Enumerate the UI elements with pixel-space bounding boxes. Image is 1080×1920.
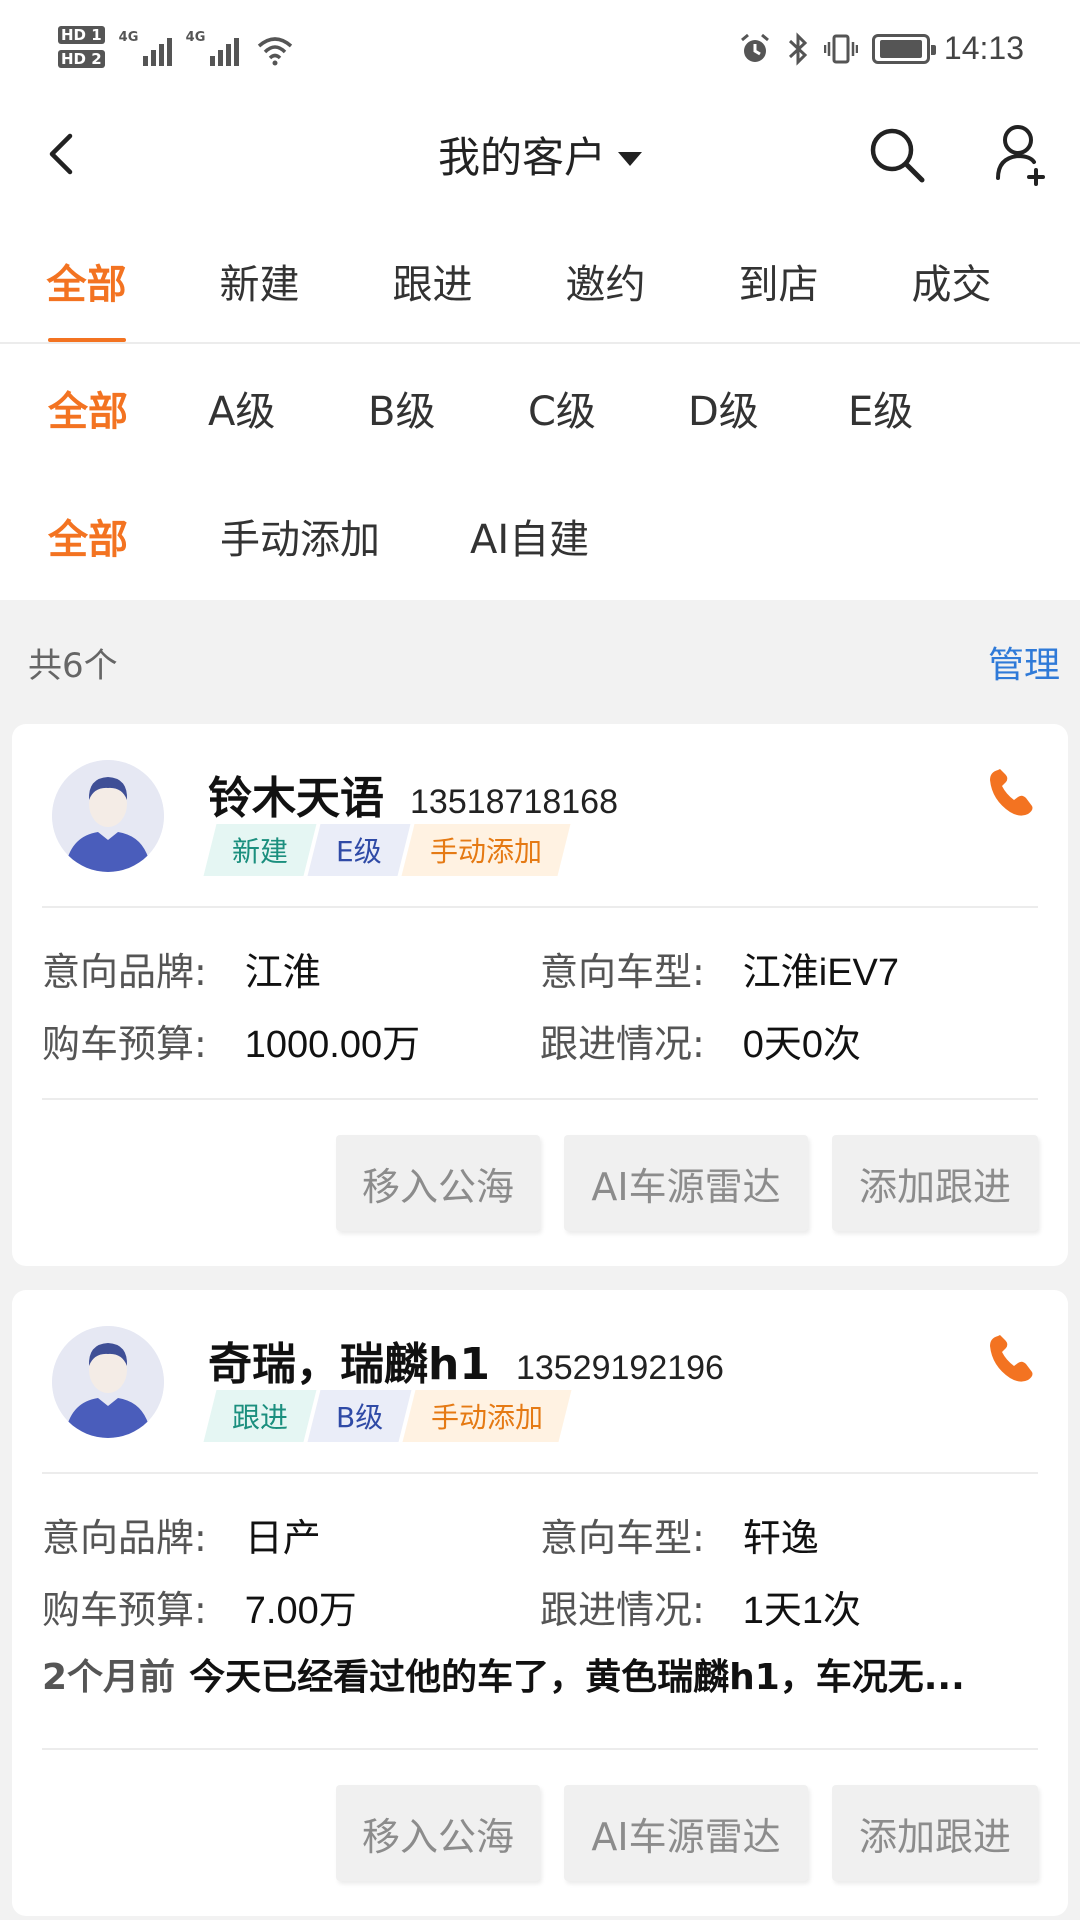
customer-tags: 跟进 B级 手动添加	[203, 1390, 572, 1442]
network-type-2: 4G	[185, 30, 206, 45]
level-badge: B级	[307, 1390, 412, 1442]
followup-value: 1天1次	[742, 1589, 862, 1632]
customer-name: 铃木天语	[208, 773, 384, 824]
followup-value: 0天0次	[742, 1023, 862, 1066]
ai-radar-button[interactable]: AI车源雷达	[564, 1135, 808, 1231]
source-filter-row: 全部 手动添加 AI自建	[0, 472, 1080, 600]
add-followup-button[interactable]: 添加跟进	[832, 1785, 1038, 1881]
model-label: 意向车型:	[540, 1515, 705, 1560]
budget-label: 购车预算:	[42, 1587, 207, 1632]
avatar-icon	[52, 1326, 164, 1438]
customer-phone: 13518718168	[410, 783, 619, 821]
nav-header: 我的客户	[0, 104, 1080, 204]
source-filter-all[interactable]: 全部	[48, 507, 220, 565]
vibrate-icon	[823, 34, 858, 63]
tab-all[interactable]: 全部	[0, 204, 173, 342]
status-badge: 新建	[203, 824, 317, 876]
stage-tabs: 全部 新建 跟进 邀约 到店 成交	[0, 204, 1080, 344]
tab-deal[interactable]: 成交	[865, 204, 1038, 342]
alarm-icon	[740, 33, 769, 62]
tab-invited[interactable]: 邀约	[519, 204, 692, 342]
level-filter-e[interactable]: E级	[848, 379, 1008, 437]
customer-info: 意向品牌: 江淮 意向车型: 江淮iEV7 购车预算: 1000.00万 跟进情…	[42, 908, 1038, 1098]
model-label: 意向车型:	[540, 949, 705, 994]
signal-icon-2: 4G	[185, 26, 239, 66]
customer-name-line: 奇瑞，瑞麟h1 13529192196	[208, 1328, 724, 1392]
count-bar: 共6个 管理	[0, 600, 1080, 724]
brand-value: 江淮	[244, 951, 321, 994]
followup-label: 跟进情况:	[540, 1021, 705, 1066]
card-header: 奇瑞，瑞麟h1 13529192196 跟进 B级 手动添加	[42, 1290, 1038, 1472]
customer-card[interactable]: 奇瑞，瑞麟h1 13529192196 跟进 B级 手动添加 意向品牌: 日产 意…	[12, 1290, 1068, 1916]
hd-badge-1: HD 1	[58, 26, 105, 44]
level-filter-d[interactable]: D级	[688, 379, 848, 437]
tab-following[interactable]: 跟进	[346, 204, 519, 342]
level-filter-c[interactable]: C级	[528, 379, 688, 437]
ai-radar-button[interactable]: AI车源雷达	[564, 1785, 808, 1881]
phone-icon[interactable]	[986, 766, 1038, 818]
status-badge: 跟进	[203, 1390, 317, 1442]
info-row: 购车预算: 7.00万 跟进情况: 1天1次	[42, 1570, 1038, 1642]
info-row: 购车预算: 1000.00万 跟进情况: 0天0次	[42, 1004, 1038, 1076]
source-filter-ai[interactable]: AI自建	[470, 507, 589, 565]
tab-visited[interactable]: 到店	[692, 204, 865, 342]
model-value: 江淮iEV7	[742, 951, 900, 994]
tab-new[interactable]: 新建	[173, 204, 346, 342]
customer-card[interactable]: 铃木天语 13518718168 新建 E级 手动添加 意向品牌: 江淮 意向车型…	[12, 724, 1068, 1266]
caret-down-icon	[618, 151, 642, 166]
bluetooth-icon	[788, 31, 808, 66]
model-value: 轩逸	[742, 1517, 819, 1560]
level-filter-all[interactable]: 全部	[48, 379, 208, 437]
status-left: HD 1 HD 2 4G 4G	[58, 26, 295, 68]
manage-link[interactable]: 管理	[988, 636, 1060, 688]
signal-icon-1: 4G	[118, 26, 172, 66]
budget-label: 购车预算:	[42, 1021, 207, 1066]
customer-info: 意向品牌: 日产 意向车型: 轩逸 购车预算: 7.00万 跟进情况: 1天1次…	[42, 1474, 1038, 1748]
add-user-icon[interactable]	[992, 122, 1052, 188]
battery-icon	[871, 33, 936, 64]
status-right: 14:13	[738, 30, 1024, 67]
level-filter-row: 全部 A级 B级 C级 D级 E级	[0, 344, 1080, 472]
top-panel: HD 1 HD 2 4G 4G 14:13 我的客户 全部 新建 跟进 邀约 到…	[0, 0, 1080, 600]
source-filter-manual[interactable]: 手动添加	[220, 507, 470, 565]
customer-name-line: 铃木天语 13518718168	[208, 762, 618, 826]
network-type-1: 4G	[118, 30, 139, 45]
wifi-icon	[257, 37, 292, 66]
phone-icon[interactable]	[986, 1332, 1038, 1384]
info-row: 意向品牌: 江淮 意向车型: 江淮iEV7	[42, 932, 1038, 1004]
card-actions: 移入公海 AI车源雷达 添加跟进	[42, 1100, 1038, 1266]
avatar-icon	[52, 760, 164, 872]
customer-count: 共6个	[28, 645, 118, 686]
latest-followup-note: 2个月前 今天已经看过他的车了，黄色瑞麟h1，车况无...	[42, 1642, 1038, 1726]
level-filter-b[interactable]: B级	[368, 379, 528, 437]
brand-label: 意向品牌:	[42, 1515, 207, 1560]
hd-badges: HD 1 HD 2	[58, 26, 105, 68]
brand-label: 意向品牌:	[42, 949, 207, 994]
note-time: 2个月前	[42, 1657, 176, 1698]
move-to-pool-button[interactable]: 移入公海	[336, 1785, 540, 1881]
customer-name: 奇瑞，瑞麟h1	[208, 1339, 490, 1390]
card-header: 铃木天语 13518718168 新建 E级 手动添加	[42, 724, 1038, 906]
hd-badge-2: HD 2	[58, 50, 105, 68]
source-badge: 手动添加	[402, 1390, 572, 1442]
page-title: 我的客户	[437, 133, 606, 182]
followup-label: 跟进情况:	[540, 1587, 705, 1632]
search-icon[interactable]	[866, 124, 928, 186]
note-text: 今天已经看过他的车了，黄色瑞麟h1，车况无...	[189, 1657, 965, 1698]
clock-time: 14:13	[943, 30, 1024, 66]
info-row: 意向品牌: 日产 意向车型: 轩逸	[42, 1498, 1038, 1570]
card-actions: 移入公海 AI车源雷达 添加跟进	[42, 1750, 1038, 1916]
level-filter-a[interactable]: A级	[208, 379, 368, 437]
budget-value: 7.00万	[244, 1589, 357, 1632]
customer-tags: 新建 E级 手动添加	[203, 824, 571, 876]
source-badge: 手动添加	[401, 824, 571, 876]
add-followup-button[interactable]: 添加跟进	[832, 1135, 1038, 1231]
budget-value: 1000.00万	[244, 1023, 421, 1066]
move-to-pool-button[interactable]: 移入公海	[336, 1135, 540, 1231]
status-bar: HD 1 HD 2 4G 4G 14:13	[0, 0, 1080, 104]
brand-value: 日产	[244, 1517, 321, 1560]
customer-phone: 13529192196	[515, 1349, 724, 1387]
level-badge: E级	[307, 824, 411, 876]
